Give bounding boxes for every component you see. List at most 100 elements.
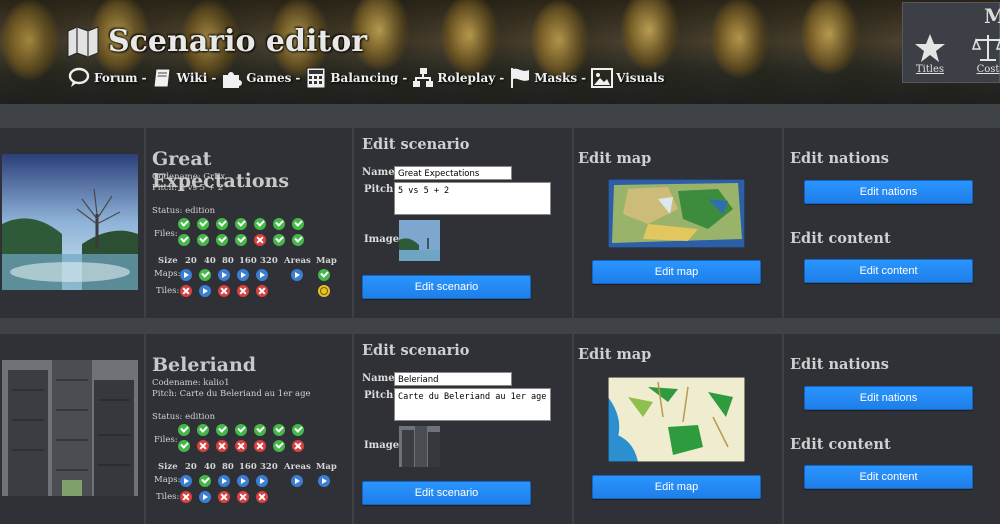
check-circle-icon [178,424,190,436]
files-label: Files: [154,229,178,239]
cross-circle-icon [254,440,266,452]
name-input[interactable]: Great Expectations [394,166,512,180]
name-input[interactable]: Beleriand [394,372,512,386]
check-circle-icon [292,424,304,436]
maps-label: Maps: [154,475,181,485]
play-circle-icon[interactable] [218,475,230,487]
edit-map-button[interactable]: Edit map [592,475,761,499]
codename-line: Codename: kalio1 [152,378,230,388]
side-item-titles[interactable]: Titles [914,34,946,75]
check-circle-icon [199,475,211,487]
map-icon [67,25,99,58]
play-circle-icon[interactable] [199,285,211,297]
play-circle-icon[interactable] [237,475,249,487]
scenario-row-great-expectations: Great Expectations Codename: GrEx Pitch:… [0,128,1000,318]
edit-content-button[interactable]: Edit content [804,465,973,489]
size-20: 20 [185,462,197,472]
tiles-label: Tiles: [156,286,180,296]
check-circle-icon [199,269,211,281]
calculator-icon [306,67,326,89]
check-circle-icon [216,234,228,246]
nav-wiki[interactable]: Wiki [151,66,207,90]
cross-circle-icon [237,491,249,503]
play-circle-icon[interactable] [256,269,268,281]
side-letter: M [984,4,1000,28]
scales-icon [972,35,1000,61]
play-circle-icon[interactable] [237,269,249,281]
size-header: Size [158,256,178,266]
row-separator [0,318,1000,334]
picture-icon [591,68,614,88]
size-40: 40 [204,256,216,266]
map-header: Map [316,462,337,472]
edit-scenario-button[interactable]: Edit scenario [362,481,531,505]
main-nav: Forum - Wiki - Games - Balancing - Rolep… [68,66,664,90]
check-circle-icon [318,269,330,281]
nav-visuals[interactable]: Visuals [590,66,664,90]
cross-circle-icon [237,285,249,297]
check-circle-icon [254,218,266,230]
play-circle-icon[interactable] [291,269,303,281]
check-circle-icon [216,424,228,436]
nav-balancing[interactable]: Balancing [304,66,398,90]
edit-scenario-button[interactable]: Edit scenario [362,275,531,299]
play-circle-icon[interactable] [180,475,192,487]
edit-nations-button[interactable]: Edit nations [804,180,973,204]
cross-circle-icon [256,491,268,503]
target-circle-icon [318,285,330,297]
cross-circle-icon [216,440,228,452]
gap-bar [0,104,1000,128]
scenario-image-thumb[interactable] [399,426,440,467]
scenario-image [2,154,138,290]
size-header: Size [158,462,178,472]
play-circle-icon[interactable] [199,491,211,503]
check-circle-icon [254,424,266,436]
nav-roleplay[interactable]: Roleplay [411,66,495,90]
nav-games[interactable]: Games [220,66,291,90]
files-label: Files: [154,435,178,445]
cross-circle-icon [197,440,209,452]
pitch-label: Pitch: [364,184,397,195]
pitch-textarea[interactable]: Carte du Beleriand au 1er age [394,388,551,421]
image-label: Image [364,234,400,245]
size-160: 160 [239,462,257,472]
check-circle-icon [197,234,209,246]
edit-content-button[interactable]: Edit content [804,259,973,283]
name-label: Name: [362,373,399,384]
cross-circle-icon [180,491,192,503]
nav-forum[interactable]: Forum [68,66,138,90]
map-thumbnail[interactable] [608,179,745,248]
puzzle-icon [223,72,243,88]
status-line: Status: edition [152,206,216,216]
book-icon [153,68,171,88]
cross-circle-icon [235,440,247,452]
hierarchy-icon [413,68,434,87]
check-circle-icon [235,218,247,230]
speech-bubble-icon [68,67,90,87]
cross-circle-icon [256,285,268,297]
edit-content-title: Edit content [790,436,891,453]
check-circle-icon [235,234,247,246]
scenario-image-thumb[interactable] [399,220,440,261]
check-circle-icon [273,218,285,230]
check-circle-icon [178,218,190,230]
size-320: 320 [260,462,278,472]
pitch-textarea[interactable]: 5 vs 5 + 2 [394,182,551,215]
side-item-cost[interactable]: Cost [972,34,1000,75]
edit-nations-button[interactable]: Edit nations [804,386,973,410]
play-circle-icon[interactable] [318,475,330,487]
edit-nations-title: Edit nations [790,150,889,167]
play-circle-icon[interactable] [291,475,303,487]
play-circle-icon[interactable] [180,269,192,281]
map-thumbnail[interactable] [608,377,745,462]
play-circle-icon[interactable] [256,475,268,487]
scenario-name: Beleriand [152,354,257,376]
check-circle-icon [197,218,209,230]
size-320: 320 [260,256,278,266]
edit-map-button[interactable]: Edit map [592,260,761,284]
play-circle-icon[interactable] [218,269,230,281]
nav-masks[interactable]: Masks [508,66,577,90]
codename-line: Codename: GrEx [152,172,226,182]
check-circle-icon [197,424,209,436]
check-circle-icon [273,234,285,246]
